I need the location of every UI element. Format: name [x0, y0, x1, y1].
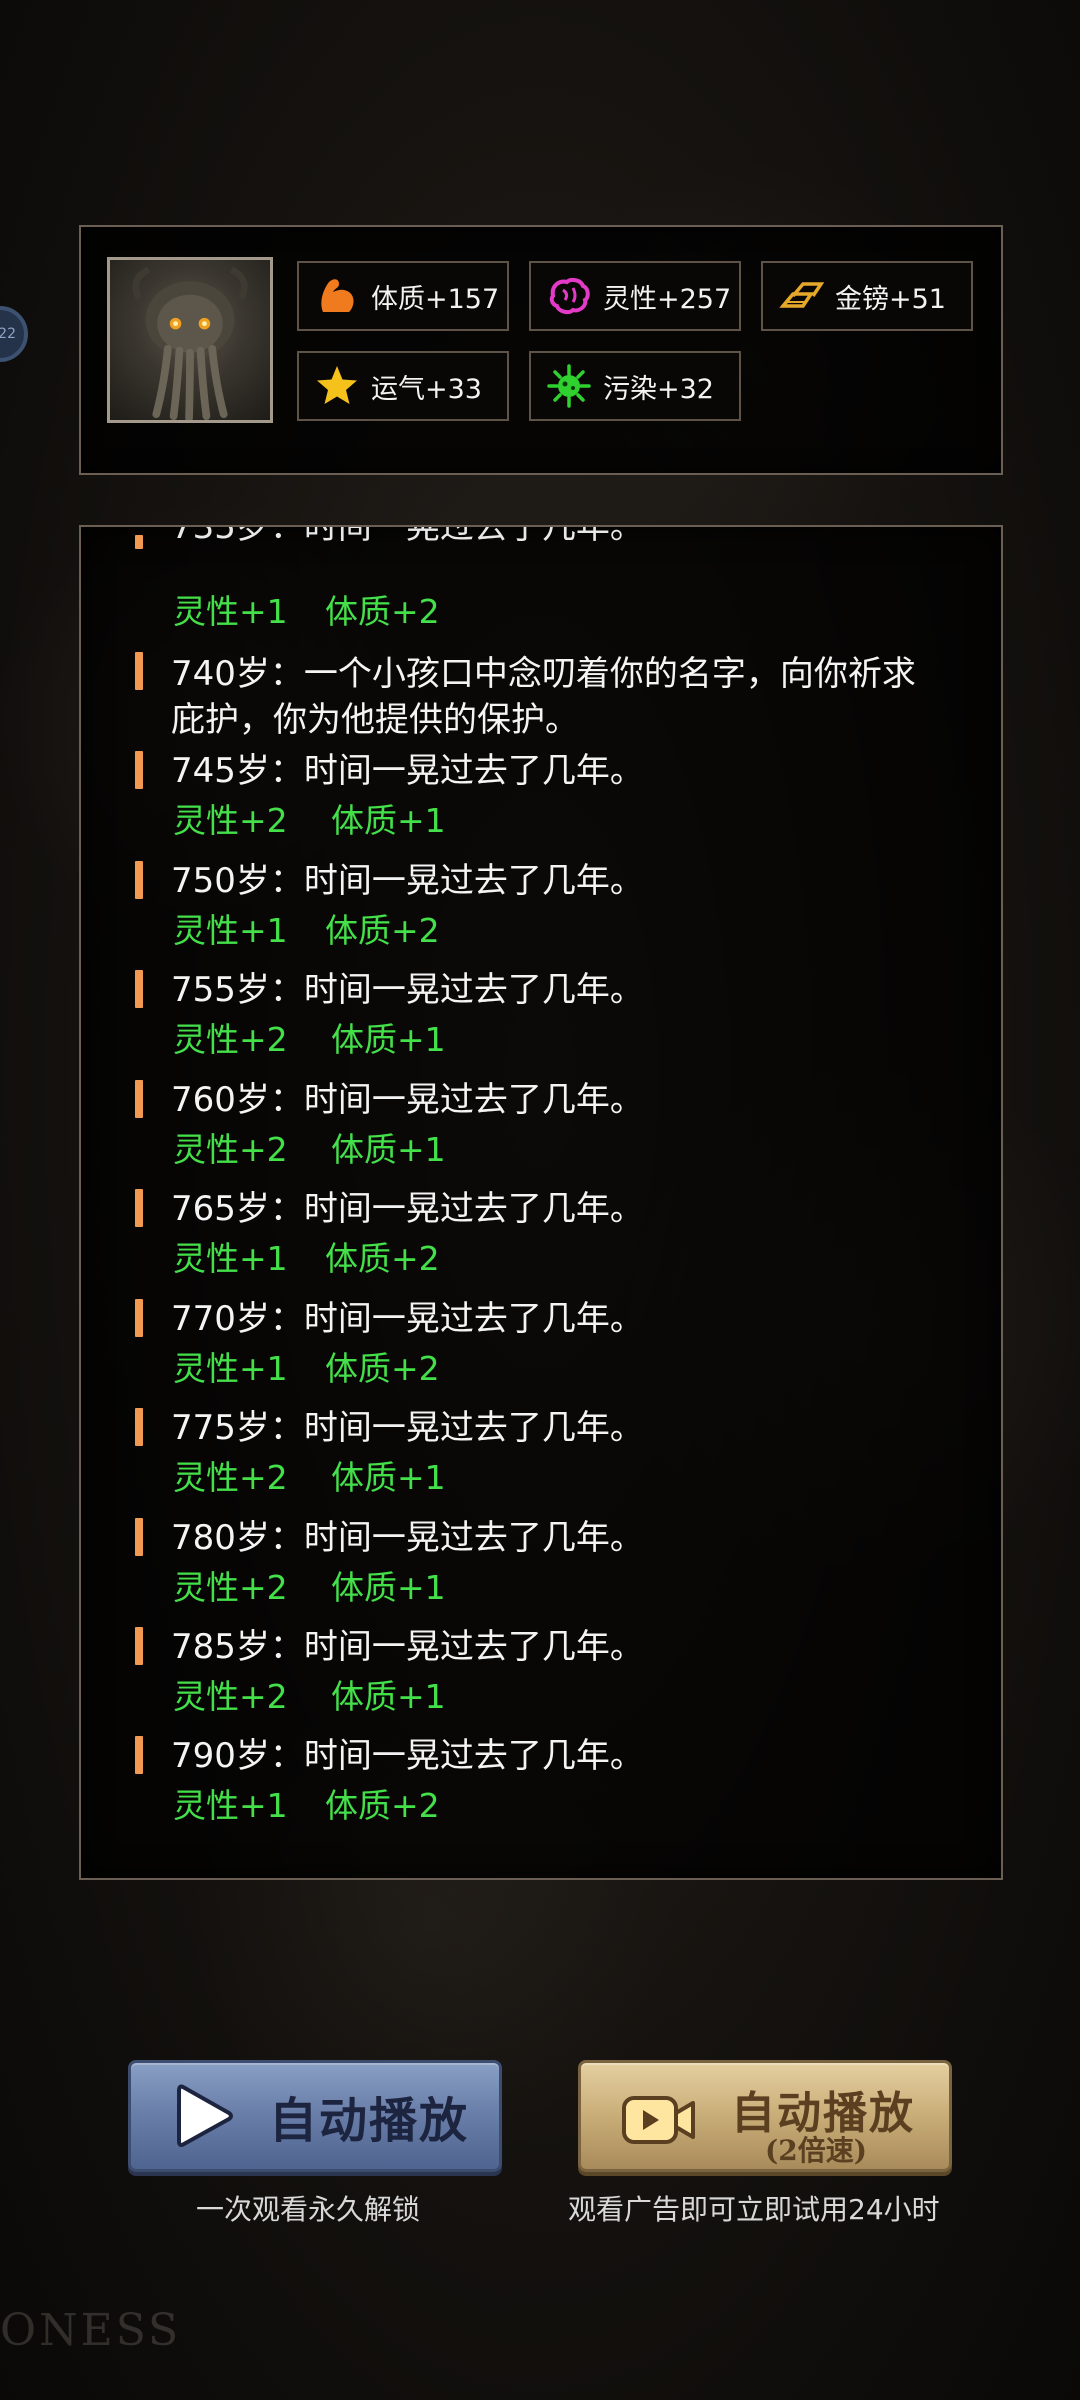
log-entry-text: 775岁：时间一晃过去了几年。	[171, 1408, 644, 1448]
virus-icon	[545, 362, 593, 410]
star-icon	[313, 362, 361, 410]
log-gain-constitution: 体质+2	[325, 911, 440, 950]
log-entry-marker	[135, 1518, 143, 1556]
log-entry-text: 745岁：时间一晃过去了几年。	[171, 751, 644, 791]
stat-gold-label: 金镑+51	[835, 283, 946, 315]
log-gain-constitution: 体质+1	[331, 1458, 446, 1497]
auto-play-2x-sublabel: (2倍速)	[765, 2134, 867, 2167]
gold-bars-icon	[777, 272, 825, 320]
log-entry-text: 750岁：时间一晃过去了几年。	[171, 861, 644, 901]
character-avatar[interactable]	[107, 257, 273, 423]
stat-gold: 金镑+51	[761, 261, 973, 331]
log-entry-marker	[135, 970, 143, 1008]
log-entry-text: 760岁：时间一晃过去了几年。	[171, 1080, 644, 1120]
unlock-hint: 一次观看永久解锁	[196, 2193, 421, 2226]
log-gain-spirituality: 灵性+2	[173, 1568, 288, 1607]
stat-constitution: 体质+157	[297, 261, 509, 331]
auto-play-button[interactable]: 自动播放	[128, 2060, 502, 2172]
log-entry-marker	[135, 535, 143, 549]
log-gain-spirituality: 灵性+2	[173, 1130, 288, 1169]
stats-panel: 体质+157 灵性+257 金镑+51 运气+33 污染+32	[79, 225, 1003, 475]
log-gain-constitution: 体质+1	[331, 1677, 446, 1716]
log-gain-constitution: 体质+1	[331, 1020, 446, 1059]
stat-constitution-label: 体质+157	[371, 283, 500, 315]
video-camera-icon	[622, 2096, 695, 2144]
log-entry-text: 765岁：时间一晃过去了几年。	[171, 1189, 644, 1229]
log-entry-marker	[135, 1080, 143, 1118]
log-entry-marker	[135, 751, 143, 789]
log-entry-text: 755岁：时间一晃过去了几年。	[171, 970, 644, 1010]
stat-spirituality: 灵性+257	[529, 261, 741, 331]
auto-play-2x-button[interactable]: 自动播放 (2倍速)	[578, 2060, 952, 2172]
log-entry-text-cont: 庇护，你为他提供的保护。	[171, 700, 579, 740]
log-entry-marker	[135, 1408, 143, 1446]
log-entry-marker	[135, 652, 143, 690]
stat-luck: 运气+33	[297, 351, 509, 421]
log-entry-marker	[135, 1299, 143, 1337]
log-gain-constitution: 体质+2	[325, 1239, 440, 1278]
side-badge-text: 22	[0, 326, 16, 342]
log-gain-spirituality: 灵性+1	[173, 1349, 288, 1388]
log-gain-spirituality: 灵性+1	[173, 1239, 288, 1278]
stat-pollution: 污染+32	[529, 351, 741, 421]
ad-trial-hint: 观看广告即可立即试用24小时	[568, 2193, 940, 2226]
background-watermark: ONESS	[0, 2305, 182, 2356]
log-entry-marker	[135, 861, 143, 899]
log-gain-spirituality: 灵性+2	[173, 1458, 288, 1497]
log-gain-spirituality: 灵性+1	[173, 592, 288, 631]
log-gain-constitution: 体质+1	[331, 1130, 446, 1169]
log-entry-text: 770岁：时间一晃过去了几年。	[171, 1299, 644, 1339]
log-gain-constitution: 体质+1	[331, 1568, 446, 1607]
stat-luck-label: 运气+33	[371, 373, 482, 405]
log-gain-constitution: 体质+2	[325, 1786, 440, 1825]
log-gain-constitution: 体质+2	[325, 1349, 440, 1388]
log-gain-spirituality: 灵性+2	[173, 1020, 288, 1059]
log-gain-spirituality: 灵性+2	[173, 801, 288, 840]
log-entry-text: 790岁：时间一晃过去了几年。	[171, 1736, 644, 1776]
stat-pollution-label: 污染+32	[603, 373, 714, 405]
log-entry-text: 735岁：时间一晃过去了几年。	[171, 525, 644, 547]
stat-spirituality-label: 灵性+257	[603, 283, 732, 315]
log-gain-constitution: 体质+1	[331, 801, 446, 840]
log-entry-text: 780岁：时间一晃过去了几年。	[171, 1518, 644, 1558]
auto-play-label: 自动播放	[269, 2093, 470, 2149]
log-entry-text: 740岁：一个小孩口中念叨着你的名字，向你祈求	[171, 654, 916, 694]
log-gain-spirituality: 灵性+1	[173, 911, 288, 950]
log-gain-spirituality: 灵性+1	[173, 1786, 288, 1825]
cthulhu-portrait-icon	[132, 266, 248, 420]
log-gain-spirituality: 灵性+2	[173, 1677, 288, 1716]
log-entry-text: 785岁：时间一晃过去了几年。	[171, 1627, 644, 1667]
log-entry-marker	[135, 1627, 143, 1665]
brain-icon	[545, 272, 593, 320]
event-log-panel[interactable]: 735岁：时间一晃过去了几年。 灵性+1 体质+2 740岁：一个小孩口中念叨着…	[79, 525, 1003, 1880]
log-gain-constitution: 体质+2	[325, 592, 440, 631]
log-entry-marker	[135, 1189, 143, 1227]
play-icon	[177, 2084, 233, 2147]
muscle-arm-icon	[313, 272, 361, 320]
log-entry-marker	[135, 1736, 143, 1774]
